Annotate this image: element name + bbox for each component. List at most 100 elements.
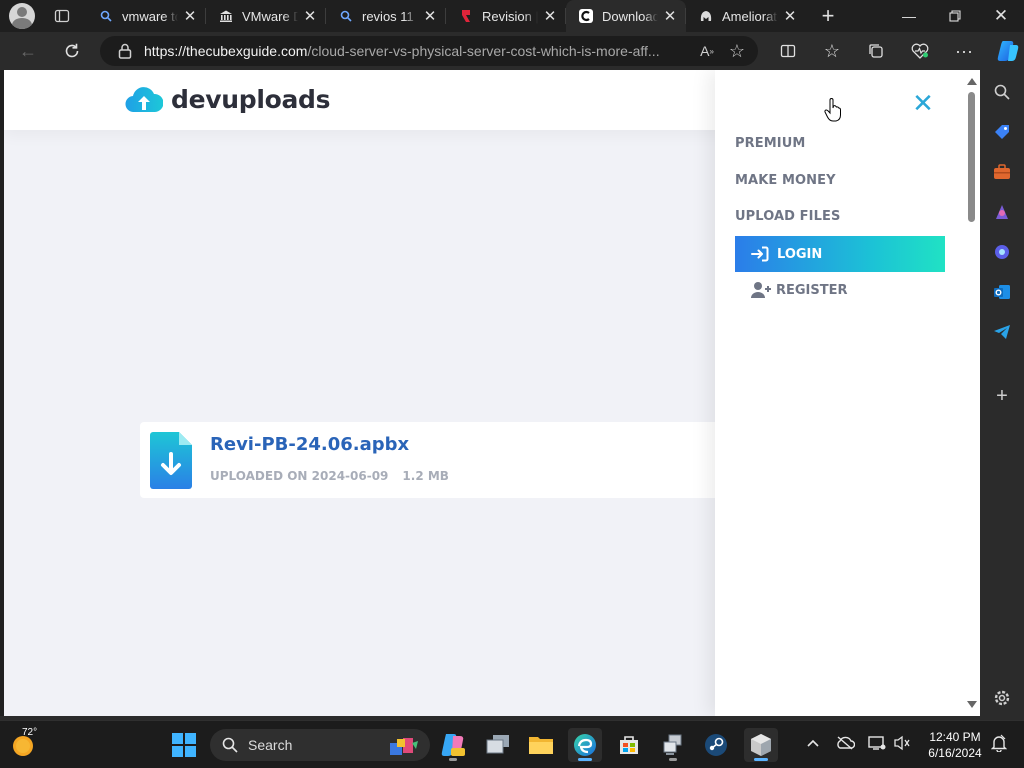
taskbar-file-explorer-app[interactable] xyxy=(524,728,558,762)
start-windows-icon[interactable] xyxy=(172,733,196,757)
read-aloud-icon[interactable]: A» xyxy=(692,36,722,66)
search-highlight-icon xyxy=(390,738,418,755)
page-scrollbar[interactable] xyxy=(964,70,980,716)
sidebar-outlook-icon[interactable] xyxy=(992,282,1012,302)
tray-cloud-offline-icon[interactable] xyxy=(834,731,856,755)
favorite-star-icon[interactable]: ☆ xyxy=(722,36,752,66)
running-indicator xyxy=(754,758,768,761)
tab-ameliorated[interactable]: Ameliorate ✕ xyxy=(686,0,806,32)
close-tab-icon[interactable]: ✕ xyxy=(542,8,558,25)
taskbar-clock[interactable]: 12:40 PM 6/16/2024 xyxy=(918,729,992,761)
sidebar-add-icon[interactable]: + xyxy=(992,385,1012,407)
restore-icon[interactable] xyxy=(932,0,978,32)
menu-item-upload-files[interactable]: UPLOAD FILES xyxy=(735,209,840,224)
sidebar-games-icon[interactable] xyxy=(992,202,1012,222)
add-user-icon xyxy=(751,282,771,298)
taskbar-edge-app[interactable] xyxy=(568,728,602,762)
sidebar-tools-icon[interactable] xyxy=(992,162,1012,182)
edge-sidebar: + xyxy=(980,70,1024,716)
tab-title: vmware to xyxy=(122,8,178,24)
running-indicator xyxy=(578,758,592,761)
weather-temperature: 72° xyxy=(22,727,38,738)
close-tab-icon[interactable]: ✕ xyxy=(662,8,678,25)
scroll-thumb[interactable] xyxy=(968,92,975,222)
tab-strip: vmware to ✕ VMware D ✕ revios 11 u ✕ Rev… xyxy=(0,0,1024,32)
tray-volume-muted-icon[interactable] xyxy=(891,731,913,755)
page-viewport: devuploads Revi-PB-24.06.apbx UPLOADED O… xyxy=(4,70,980,716)
sidebar-search-icon[interactable] xyxy=(992,82,1012,102)
close-tab-icon[interactable]: ✕ xyxy=(182,8,198,25)
cubexguide-icon xyxy=(578,8,594,24)
cloud-upload-logo-icon xyxy=(125,87,163,113)
sidebar-settings-icon[interactable] xyxy=(992,688,1012,708)
logo-text: devuploads xyxy=(171,84,331,114)
upload-date: UPLOADED ON 2024-06-09 xyxy=(210,469,389,483)
close-tab-icon[interactable]: ✕ xyxy=(422,8,438,25)
taskbar-steam-app[interactable] xyxy=(699,728,733,762)
split-screen-icon[interactable] xyxy=(766,35,810,67)
windows-taskbar: 72° Search 12:40 PM 6/16/2024 xyxy=(0,720,1024,768)
browser-essentials-icon[interactable] xyxy=(898,35,942,67)
profile-avatar[interactable] xyxy=(9,3,35,29)
more-options-icon[interactable]: ··· xyxy=(942,35,986,67)
scroll-up-icon[interactable] xyxy=(967,78,977,85)
menu-item-premium[interactable]: PREMIUM xyxy=(735,136,805,151)
tray-overflow-chevron-icon[interactable] xyxy=(802,731,824,755)
close-tab-icon[interactable]: ✕ xyxy=(302,8,318,25)
refresh-icon[interactable] xyxy=(56,35,88,67)
tab-download-active[interactable]: Download ✕ xyxy=(566,0,686,32)
collections-icon[interactable] xyxy=(854,35,898,67)
toolbar-actions: ☆ ··· xyxy=(766,35,1024,67)
address-bar[interactable]: https://thecubexguide.com/cloud-server-v… xyxy=(100,36,758,66)
search-icon xyxy=(338,8,354,24)
taskbar-task-view-app[interactable] xyxy=(481,728,515,762)
tab-title: revios 11 u xyxy=(362,8,418,24)
file-download-icon[interactable] xyxy=(150,432,192,489)
scroll-down-icon[interactable] xyxy=(967,701,977,708)
browser-toolbar: ← https://thecubexguide.com/cloud-server… xyxy=(0,32,1024,70)
sidebar-shopping-icon[interactable] xyxy=(992,122,1012,142)
taskbar-copilot-pre-app[interactable] xyxy=(436,728,470,762)
building-icon xyxy=(218,8,234,24)
login-button[interactable]: LOGIN xyxy=(735,236,945,272)
taskbar-virtualbox-app[interactable] xyxy=(744,728,778,762)
tray-network-icon[interactable] xyxy=(866,731,888,755)
file-meta: UPLOADED ON 2024-06-09 1.2 MB xyxy=(210,469,449,483)
tab-revios-search[interactable]: revios 11 u ✕ xyxy=(326,0,446,32)
tab-vmware-d[interactable]: VMware D ✕ xyxy=(206,0,326,32)
taskbar-vm-app[interactable] xyxy=(656,728,690,762)
sidebar-copilot-icon[interactable] xyxy=(992,242,1012,262)
sidebar-telegram-icon[interactable] xyxy=(992,322,1012,342)
search-placeholder: Search xyxy=(248,737,293,753)
minimize-icon[interactable]: — xyxy=(886,0,932,32)
taskbar-store-app[interactable] xyxy=(612,728,646,762)
site-logo[interactable]: devuploads xyxy=(125,84,331,114)
copilot-icon[interactable] xyxy=(986,35,1024,67)
favorites-icon[interactable]: ☆ xyxy=(810,35,854,67)
file-card: Revi-PB-24.06.apbx UPLOADED ON 2024-06-0… xyxy=(140,422,720,498)
taskbar-search-box[interactable]: Search xyxy=(210,729,430,761)
close-menu-icon[interactable]: ✕ xyxy=(911,91,935,117)
tab-revision[interactable]: Revision | ✕ xyxy=(446,0,566,32)
register-link[interactable]: REGISTER xyxy=(750,279,848,301)
notification-bell-icon[interactable] xyxy=(988,731,1010,755)
revision-logo-icon xyxy=(458,8,474,24)
side-menu-panel: ✕ PREMIUM MAKE MONEY UPLOAD FILES LOGIN … xyxy=(715,70,980,716)
search-icon xyxy=(98,8,114,24)
clock-time: 12:40 PM xyxy=(929,730,981,744)
running-indicator xyxy=(669,758,677,761)
tab-title: Ameliorate xyxy=(722,8,778,24)
back-icon[interactable]: ← xyxy=(12,35,44,67)
new-tab-button[interactable]: + xyxy=(812,0,844,32)
tab-actions-icon[interactable] xyxy=(52,6,72,26)
url-path: /cloud-server-vs-physical-server-cost-wh… xyxy=(307,43,660,59)
register-label: REGISTER xyxy=(776,282,848,298)
login-label: LOGIN xyxy=(777,246,823,262)
tab-title: Revision | xyxy=(482,8,538,24)
close-window-icon[interactable]: ✕ xyxy=(978,0,1024,32)
menu-item-make-money[interactable]: MAKE MONEY xyxy=(735,173,836,188)
tab-vmware-search[interactable]: vmware to ✕ xyxy=(86,0,206,32)
url-text[interactable]: https://thecubexguide.com/cloud-server-v… xyxy=(144,43,692,59)
close-tab-icon[interactable]: ✕ xyxy=(782,8,798,25)
lock-icon[interactable] xyxy=(118,43,132,59)
